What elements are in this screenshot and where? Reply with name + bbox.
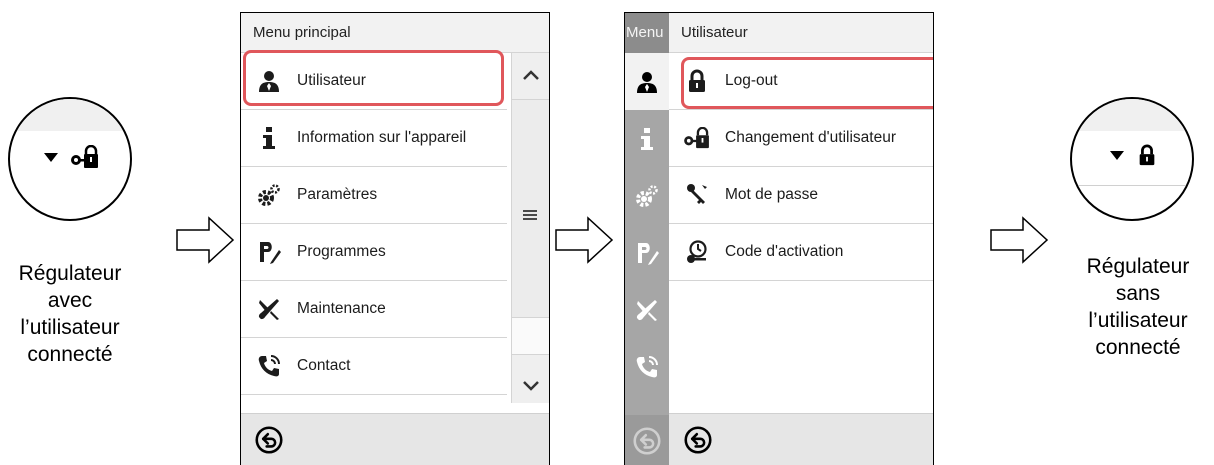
back-button-icon[interactable] — [255, 426, 283, 454]
zoom-circle-logged-out — [1070, 97, 1194, 221]
highlight-frame — [681, 57, 933, 109]
chevron-down-icon[interactable] — [523, 381, 539, 391]
key-icon — [685, 183, 709, 207]
menu-item-label: Changement d'utilisateur — [725, 129, 896, 146]
lock-closed-icon — [1136, 143, 1158, 167]
menu-item-label: Information sur l'appareil — [297, 129, 467, 146]
arrow-right-icon — [176, 216, 235, 264]
side-tab-maintenance[interactable] — [625, 281, 669, 338]
menu-item-label: Code d'activation — [725, 243, 844, 260]
side-back — [625, 415, 669, 465]
menu-item-label: Programmes — [297, 243, 386, 260]
arrow-right-icon — [555, 216, 614, 264]
programs-icon — [257, 240, 281, 264]
side-tab-contact[interactable] — [625, 338, 669, 395]
scroll-handle-icon[interactable] — [523, 210, 537, 220]
key-lock-icon — [683, 127, 711, 149]
panel-footer — [669, 413, 933, 465]
user-menu-panel: Menu Utilisateur Log-out Changement d'ut… — [624, 12, 934, 465]
menu-item-password[interactable]: Mot de passe — [669, 167, 933, 224]
left-caption: Régulateur avec l’utilisateur connecté — [18, 262, 122, 366]
maintenance-icon — [257, 297, 281, 321]
page-title: Menu principal — [253, 24, 351, 41]
scrollbar[interactable] — [511, 53, 549, 403]
maintenance-icon — [635, 298, 659, 322]
menu-item-maintenance[interactable]: Maintenance — [241, 281, 507, 338]
menu-item-device-info[interactable]: Information sur l'appareil — [241, 110, 507, 167]
menu-item-label: Paramètres — [297, 186, 378, 203]
key-lock-icon — [70, 145, 100, 169]
menu-item-activation-code[interactable]: Code d'activation — [669, 224, 933, 281]
info-icon — [635, 127, 659, 151]
side-tab-user[interactable] — [625, 53, 669, 110]
user-icon — [635, 70, 659, 94]
menu-item-label: Maintenance — [297, 300, 386, 317]
collapsed-main-menu: Menu — [625, 13, 669, 465]
programs-icon — [635, 241, 659, 265]
main-menu-panel: Menu principal Utilisateur Information s… — [240, 12, 550, 465]
panel-header: Menu principal — [241, 13, 549, 53]
menu-item-change-user[interactable]: Changement d'utilisateur — [669, 110, 933, 167]
back-button-icon[interactable] — [684, 426, 712, 454]
side-tab-info[interactable] — [625, 110, 669, 167]
back-button-icon — [633, 427, 661, 455]
right-caption: Régulateur sans l’utilisateur connecté — [1086, 255, 1190, 359]
zoom-circle-logged-in — [8, 97, 132, 221]
info-icon — [257, 126, 281, 150]
side-menu-title: Menu — [626, 24, 664, 41]
panel-header: Utilisateur — [669, 13, 933, 53]
menu-item-label: Contact — [297, 357, 351, 374]
dropdown-arrow-icon — [44, 152, 58, 162]
dropdown-arrow-icon — [1110, 150, 1124, 160]
page-title: Utilisateur — [681, 24, 748, 41]
chevron-up-icon[interactable] — [523, 70, 539, 80]
panel-footer — [241, 413, 549, 465]
side-tab-settings[interactable] — [625, 167, 669, 224]
phone-icon — [257, 354, 281, 378]
arrow-right-icon — [990, 216, 1049, 264]
side-tab-programs[interactable] — [625, 224, 669, 281]
menu-item-settings[interactable]: Paramètres — [241, 167, 507, 224]
scrollbar-track[interactable] — [512, 99, 549, 355]
menu-item-programs[interactable]: Programmes — [241, 224, 507, 281]
phone-icon — [635, 355, 659, 379]
gears-icon — [257, 183, 281, 207]
menu-item-contact[interactable]: Contact — [241, 338, 507, 395]
menu-item-label: Mot de passe — [725, 186, 819, 203]
activation-code-icon — [685, 240, 709, 264]
highlight-frame — [243, 50, 504, 106]
gears-icon — [635, 184, 659, 208]
